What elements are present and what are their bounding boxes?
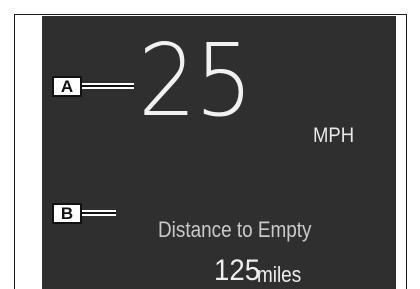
callout-b-label: B	[52, 203, 82, 224]
distance-to-empty-value: 125	[214, 254, 261, 287]
speed-unit-label: MPH	[313, 124, 355, 147]
callout-a-leader-line	[82, 83, 134, 89]
callout-b-leader-line	[82, 210, 116, 216]
distance-to-empty-unit: miles	[257, 262, 302, 287]
speed-readout: 25	[138, 22, 253, 139]
distance-to-empty-label: Distance to Empty	[158, 217, 312, 242]
callout-a-label: A	[52, 76, 82, 97]
instrument-display: 25 MPH Distance to Empty 125 miles	[42, 16, 396, 289]
